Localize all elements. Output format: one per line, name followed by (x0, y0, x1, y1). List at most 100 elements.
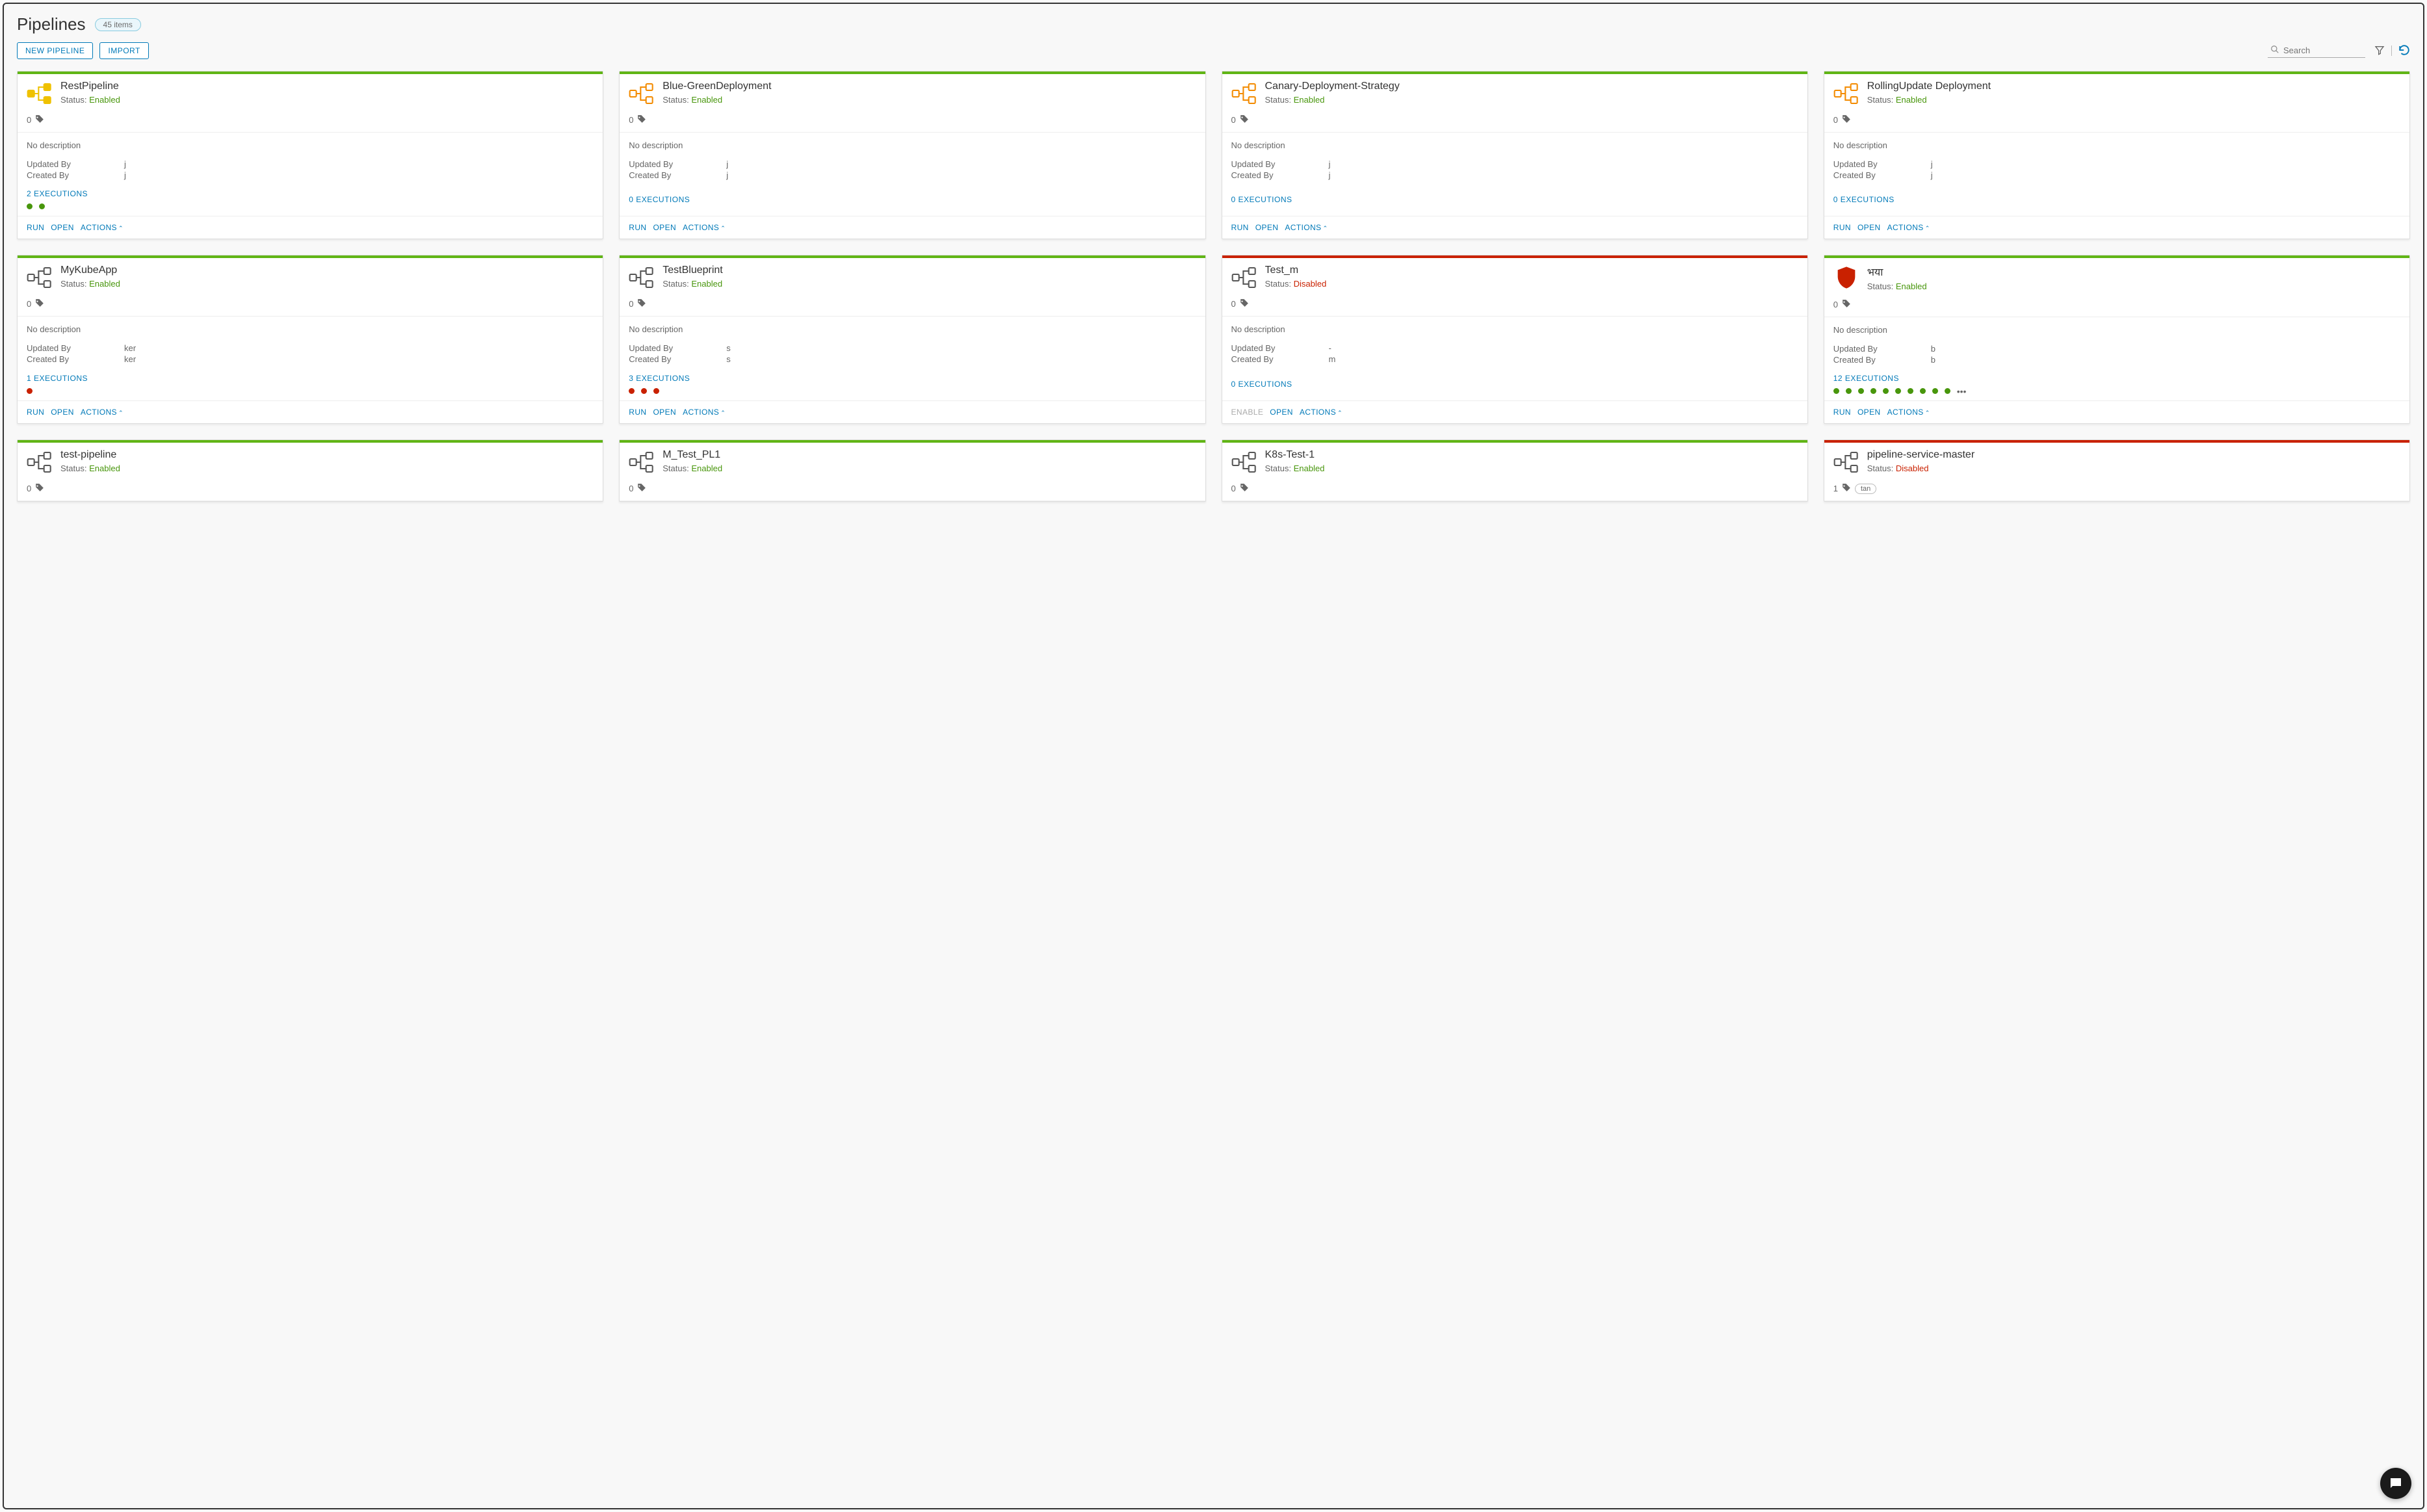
import-button[interactable]: IMPORT (99, 42, 148, 59)
run-link[interactable]: RUN (1833, 223, 1851, 232)
tag-icon (637, 298, 646, 309)
pipeline-name[interactable]: RestPipeline (60, 81, 594, 92)
tag-icon (1842, 483, 1851, 494)
pipeline-name[interactable]: Blue-GreenDeployment (663, 81, 1196, 92)
tags-count: 0 (629, 115, 633, 125)
pipeline-status: Status: Enabled (60, 463, 594, 473)
open-link[interactable]: OPEN (51, 408, 74, 417)
tag-pill[interactable]: tan (1855, 484, 1876, 494)
search-icon (2270, 45, 2279, 56)
tags-row: 0 (1222, 112, 1807, 133)
executions-link[interactable]: 0 EXECUTIONS (1231, 195, 1798, 204)
open-link[interactable]: OPEN (1270, 408, 1293, 417)
actions-menu[interactable]: ACTIONS⌃ (81, 408, 124, 417)
tags-row: 0 (18, 480, 603, 501)
updated-by-label: Updated By (1833, 159, 1931, 169)
executions-link[interactable]: 0 EXECUTIONS (1833, 195, 2400, 204)
updated-by-value: - (1329, 343, 1798, 353)
pipeline-card: RollingUpdate Deployment Status: Enabled 0… (1824, 71, 2410, 239)
execution-dot (39, 203, 45, 209)
updated-by-value: s (726, 343, 1196, 353)
pipeline-icon (27, 265, 53, 291)
run-link[interactable]: RUN (27, 408, 44, 417)
pipeline-icon (27, 449, 53, 475)
pipeline-icon (1231, 449, 1257, 475)
pipeline-name[interactable]: MyKubeApp (60, 265, 594, 276)
run-link[interactable]: RUN (1231, 223, 1249, 232)
executions-link[interactable]: 12 EXECUTIONS (1833, 374, 2400, 383)
pipeline-card: Test_mStatus: Disabled0No descriptionUpd… (1222, 255, 1808, 424)
pipeline-name[interactable]: TestBlueprint (663, 265, 1196, 276)
created-by-label: Created By (629, 170, 726, 180)
enable-link[interactable]: ENABLE (1231, 408, 1264, 417)
open-link[interactable]: OPEN (51, 223, 74, 232)
actions-menu[interactable]: ACTIONS⌃ (1887, 223, 1930, 232)
executions-link[interactable]: 3 EXECUTIONS (629, 374, 1196, 383)
chat-widget-button[interactable] (2380, 1468, 2411, 1499)
pipeline-status: Status: Enabled (663, 463, 1196, 473)
tags-count: 0 (27, 299, 31, 309)
actions-menu[interactable]: ACTIONS⌃ (81, 223, 124, 232)
pipeline-name[interactable]: pipeline-service-master (1867, 449, 2400, 461)
updated-by-label: Updated By (27, 159, 124, 169)
filter-icon[interactable] (2374, 45, 2385, 57)
pipeline-status: Status: Enabled (60, 95, 594, 105)
open-link[interactable]: OPEN (1255, 223, 1279, 232)
pipeline-name[interactable]: M_Test_PL1 (663, 449, 1196, 461)
execution-dot (629, 388, 635, 394)
pipeline-icon (1231, 265, 1257, 291)
actions-menu[interactable]: ACTIONS⌃ (683, 408, 726, 417)
tag-icon (1842, 114, 1851, 125)
pipeline-status: Status: Enabled (1867, 281, 2400, 291)
open-link[interactable]: OPEN (653, 408, 676, 417)
tag-icon (35, 114, 44, 125)
run-link[interactable]: RUN (27, 223, 44, 232)
execution-dot (27, 388, 33, 394)
pipeline-status: Status: Disabled (1867, 463, 2400, 473)
execution-dot (1846, 388, 1852, 394)
search-input[interactable] (2283, 46, 2363, 55)
open-link[interactable]: OPEN (1857, 223, 1881, 232)
executions-link[interactable]: 2 EXECUTIONS (27, 189, 594, 198)
pipeline-description: No description (1833, 140, 2400, 150)
actions-menu[interactable]: ACTIONS⌃ (1887, 408, 1930, 417)
pipeline-card: Canary-Deployment-StrategyStatus: Enable… (1222, 71, 1808, 239)
actions-menu[interactable]: ACTIONS⌃ (1300, 408, 1343, 417)
execution-dot (1883, 388, 1889, 394)
pipeline-status: Status: Enabled (1867, 95, 2400, 105)
run-link[interactable]: RUN (629, 223, 646, 232)
pipeline-name[interactable]: भया (1867, 265, 2400, 279)
open-link[interactable]: OPEN (653, 223, 676, 232)
executions-link[interactable]: 0 EXECUTIONS (1231, 380, 1798, 389)
execution-dot (1920, 388, 1926, 394)
pipeline-icon (629, 81, 655, 107)
new-pipeline-button[interactable]: NEW PIPELINE (17, 42, 93, 59)
pipeline-name[interactable]: K8s-Test-1 (1265, 449, 1798, 461)
run-link[interactable]: RUN (629, 408, 646, 417)
run-link[interactable]: RUN (1833, 408, 1851, 417)
updated-by-value: j (1329, 159, 1798, 169)
tags-row: 0 (1824, 296, 2409, 317)
executions-link[interactable]: 1 EXECUTIONS (27, 374, 594, 383)
pipeline-name[interactable]: Canary-Deployment-Strategy (1265, 81, 1798, 92)
page-title: Pipelines (17, 14, 86, 34)
pipeline-name[interactable]: RollingUpdate Deployment (1867, 81, 2400, 92)
pipeline-status: Status: Enabled (60, 279, 594, 289)
created-by-label: Created By (1231, 354, 1329, 364)
open-link[interactable]: OPEN (1857, 408, 1881, 417)
executions-link[interactable]: 0 EXECUTIONS (629, 195, 1196, 204)
created-by-value: s (726, 354, 1196, 364)
refresh-icon[interactable] (2398, 44, 2410, 58)
pipeline-name[interactable]: Test_m (1265, 265, 1798, 276)
actions-menu[interactable]: ACTIONS⌃ (1285, 223, 1328, 232)
pipeline-card: Blue-GreenDeploymentStatus: Enabled0No d… (619, 71, 1205, 239)
execution-dot (653, 388, 659, 394)
updated-by-value: ker (124, 343, 594, 353)
created-by-label: Created By (1833, 355, 1931, 365)
created-by-value: m (1329, 354, 1798, 364)
execution-dot (1932, 388, 1938, 394)
actions-menu[interactable]: ACTIONS⌃ (683, 223, 726, 232)
pipeline-status: Status: Disabled (1265, 279, 1798, 289)
pipeline-card: TestBlueprintStatus: Enabled0No descript… (619, 255, 1205, 424)
pipeline-name[interactable]: test-pipeline (60, 449, 594, 461)
